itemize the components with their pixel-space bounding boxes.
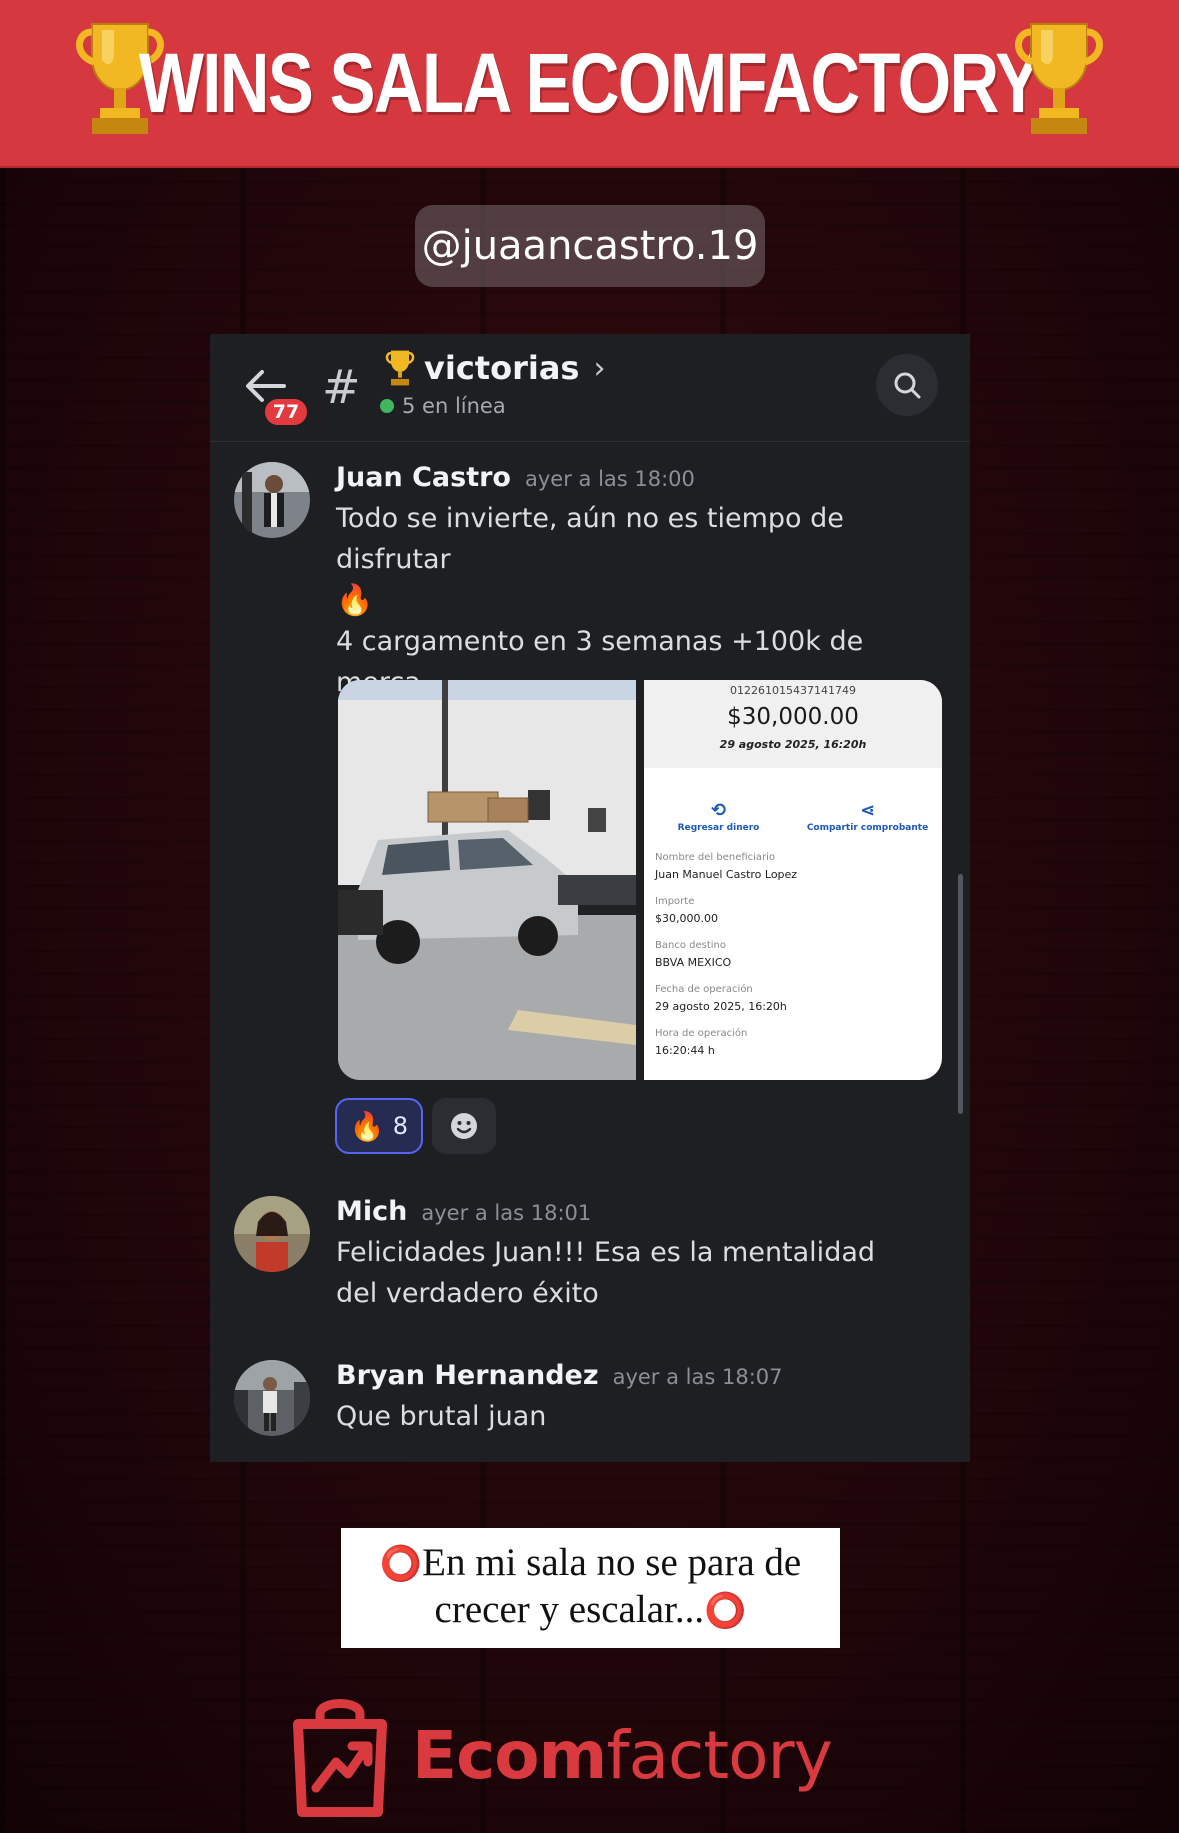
instagram-handle: @juaancastro.19 — [415, 205, 765, 287]
field-value: 29 agosto 2025, 16:20h — [655, 1000, 787, 1013]
author-name[interactable]: Mich ayer a las 18:01 — [336, 1196, 591, 1227]
circle-icon: ⭕ — [379, 1544, 423, 1584]
caption-line-2: crecer y escalar...⭕ — [434, 1588, 747, 1631]
share-icon: ⋖ — [859, 800, 876, 821]
caption-box: ⭕En mi sala no se para de crecer y escal… — [341, 1528, 840, 1648]
fire-icon: 🔥 — [349, 1109, 385, 1143]
smiley-icon — [451, 1113, 477, 1139]
field-label: Nombre del beneficiario — [655, 852, 776, 863]
chat-panel: 77 # victorias › 5 en línea Juan Castro … — [210, 334, 970, 1462]
field-value: Juan Manuel Castro Lopez — [655, 868, 798, 881]
receipt-reference: 012261015437141749 — [730, 684, 856, 697]
online-dot-icon — [380, 399, 394, 413]
field-label: Hora de operación — [655, 1028, 748, 1039]
message-text: Que brutal juan — [336, 1401, 547, 1432]
message-bryan: Bryan Hernandez ayer a las 18:07 Que brut… — [210, 1360, 970, 1450]
timestamp: ayer a las 18:00 — [525, 467, 695, 491]
fire-reaction-button[interactable]: 🔥 8 — [335, 1098, 423, 1154]
message-text: Felicidades Juan!!! Esa es la mentalidad… — [336, 1237, 876, 1309]
image-attachment-receipt[interactable]: 012261015437141749 $30,000.00 29 agosto … — [644, 680, 942, 1080]
unread-badge: 77 — [262, 396, 310, 428]
message-mich: Mich ayer a las 18:01 Felicidades Juan!!!… — [210, 1196, 970, 1309]
field-value: $30,000.00 — [655, 912, 718, 925]
receipt-date: 29 agosto 2025, 16:20h — [719, 738, 867, 751]
timestamp: ayer a las 18:01 — [421, 1201, 592, 1225]
caption-line-1: ⭕En mi sala no se para de — [379, 1541, 802, 1584]
logo-text: Ecomfactory — [412, 1716, 833, 1794]
image-attachment-car[interactable] — [338, 680, 636, 1080]
circle-icon: ⭕ — [704, 1591, 747, 1631]
hash-icon: # — [322, 360, 361, 414]
search-button[interactable] — [876, 354, 938, 416]
ecomfactory-logo: Ecomfactory — [290, 1690, 890, 1820]
timestamp: ayer a las 18:07 — [612, 1365, 783, 1389]
refund-icon: ⟲ — [710, 800, 727, 821]
share-receipt-action: ⋖ Compartir comprobante — [793, 800, 942, 833]
header-banner: WINS SALA ECOMFACTORY — [0, 0, 1179, 168]
chevron-right-icon: › — [593, 350, 606, 386]
online-status: 5 en línea — [380, 394, 506, 418]
scrollbar[interactable] — [958, 874, 963, 1114]
shopping-bag-icon — [293, 1699, 387, 1817]
online-count: 5 en línea — [402, 394, 506, 418]
field-value: BBVA MEXICO — [655, 956, 732, 969]
avatar[interactable] — [234, 1360, 310, 1436]
trophy-icon — [1015, 23, 1103, 134]
receipt-amount: $30,000.00 — [727, 704, 859, 730]
channel-name: victorias — [424, 349, 580, 387]
reaction-count: 8 — [392, 1112, 409, 1140]
channel-header: 77 # victorias › 5 en línea — [210, 334, 970, 442]
avatar[interactable] — [234, 462, 310, 538]
author-name[interactable]: Bryan Hernandez ayer a las 18:07 — [336, 1360, 783, 1391]
field-label: Banco destino — [655, 940, 726, 951]
author-name[interactable]: Juan Castro ayer a las 18:00 — [336, 462, 695, 493]
banner-title: WINS SALA ECOMFACTORY — [139, 35, 1041, 130]
search-icon — [894, 372, 921, 399]
field-value: 16:20:44 h — [655, 1044, 715, 1057]
add-reaction-button[interactable] — [432, 1098, 496, 1154]
channel-title[interactable]: victorias › — [380, 348, 605, 388]
trophy-icon — [385, 350, 415, 386]
avatar[interactable] — [234, 1196, 310, 1272]
field-label: Importe — [655, 896, 695, 907]
field-label: Fecha de operación — [655, 984, 753, 995]
return-money-action: ⟲ Regresar dinero — [644, 800, 793, 833]
fire-emoji: 🔥 — [336, 583, 374, 618]
